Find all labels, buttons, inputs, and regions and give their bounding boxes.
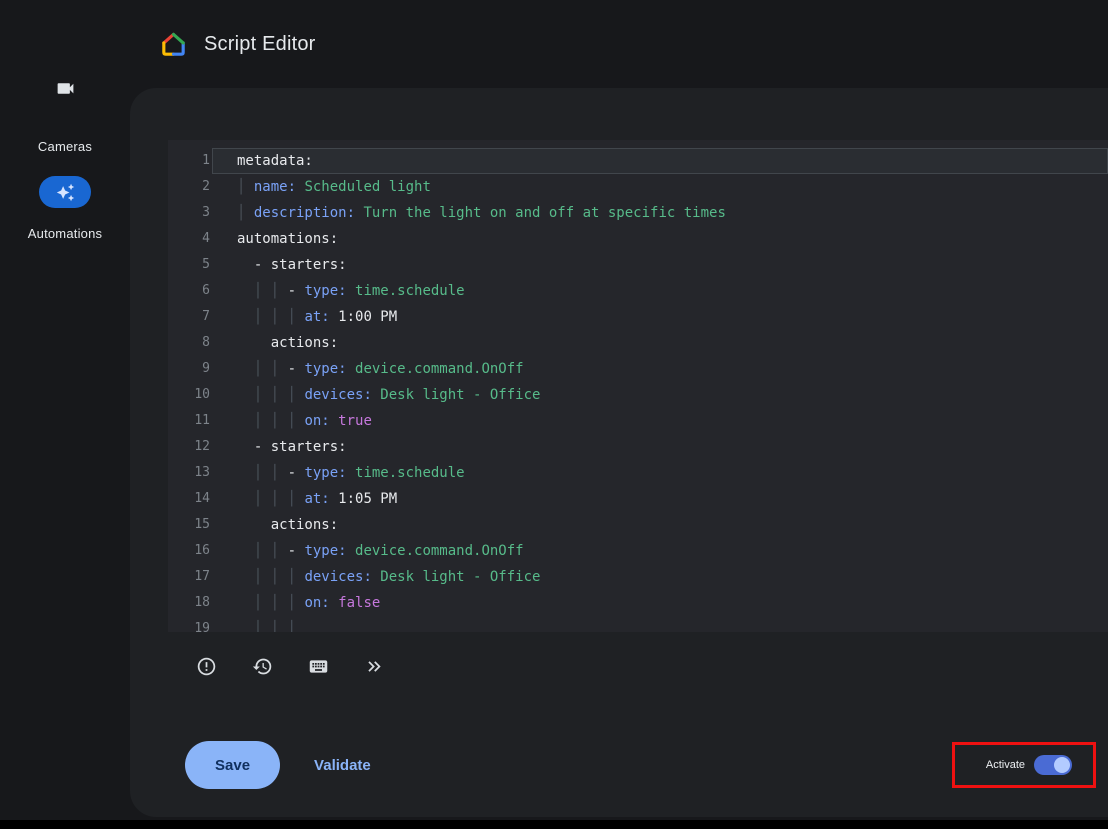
sidebar: Cameras Automations xyxy=(0,0,130,829)
line-number: 1 xyxy=(168,148,212,174)
editor-card: 1metadata:2│ name: Scheduled light3│ des… xyxy=(130,88,1108,817)
code-line[interactable]: 5 - starters: xyxy=(168,252,1108,278)
sidebar-label-cameras[interactable]: Cameras xyxy=(0,139,130,154)
problems-icon[interactable] xyxy=(188,648,224,684)
history-icon[interactable] xyxy=(244,648,280,684)
line-number: 11 xyxy=(168,408,212,434)
activate-toggle[interactable] xyxy=(1034,755,1072,775)
line-number: 17 xyxy=(168,564,212,590)
sidebar-item-cameras[interactable] xyxy=(0,72,130,104)
code-line[interactable]: 1metadata: xyxy=(168,148,1108,174)
code-line[interactable]: 19 │ │ │ xyxy=(168,616,1108,632)
line-number: 3 xyxy=(168,200,212,226)
code-line[interactable]: 17 │ │ │ devices: Desk light - Office xyxy=(168,564,1108,590)
app-header: Script Editor xyxy=(130,0,1108,88)
sidebar-label-automations[interactable]: Automations xyxy=(0,226,130,241)
google-home-logo-icon[interactable] xyxy=(160,31,187,58)
code-line[interactable]: 11 │ │ │ on: true xyxy=(168,408,1108,434)
camera-icon xyxy=(0,72,130,104)
actions-bar: Save Validate Activate xyxy=(130,741,1108,789)
validate-button[interactable]: Validate xyxy=(314,757,371,774)
line-number: 7 xyxy=(168,304,212,330)
line-number: 15 xyxy=(168,512,212,538)
activate-label: Activate xyxy=(986,759,1025,771)
automations-active-pill xyxy=(39,176,91,208)
line-number: 14 xyxy=(168,486,212,512)
line-number: 5 xyxy=(168,252,212,278)
toggle-thumb xyxy=(1054,757,1070,773)
code-line[interactable]: 15 actions: xyxy=(168,512,1108,538)
line-number: 2 xyxy=(168,174,212,200)
code-line[interactable]: 8 actions: xyxy=(168,330,1108,356)
line-number: 16 xyxy=(168,538,212,564)
line-number: 19 xyxy=(168,616,212,632)
code-line[interactable]: 4automations: xyxy=(168,226,1108,252)
code-line[interactable]: 6 │ │ - type: time.schedule xyxy=(168,278,1108,304)
code-line[interactable]: 18 │ │ │ on: false xyxy=(168,590,1108,616)
line-number: 9 xyxy=(168,356,212,382)
save-button[interactable]: Save xyxy=(185,741,280,789)
code-line[interactable]: 3│ description: Turn the light on and of… xyxy=(168,200,1108,226)
line-number: 13 xyxy=(168,460,212,486)
line-number: 10 xyxy=(168,382,212,408)
code-line[interactable]: 10 │ │ │ devices: Desk light - Office xyxy=(168,382,1108,408)
line-number: 12 xyxy=(168,434,212,460)
code-line[interactable]: 14 │ │ │ at: 1:05 PM xyxy=(168,486,1108,512)
line-number: 18 xyxy=(168,590,212,616)
bottom-bar xyxy=(0,820,1108,829)
code-line[interactable]: 2│ name: Scheduled light xyxy=(168,174,1108,200)
code-line[interactable]: 12 - starters: xyxy=(168,434,1108,460)
code-editor[interactable]: 1metadata:2│ name: Scheduled light3│ des… xyxy=(168,140,1108,632)
line-number: 8 xyxy=(168,330,212,356)
sidebar-item-automations[interactable] xyxy=(0,176,130,208)
code-line[interactable]: 16 │ │ - type: device.command.OnOff xyxy=(168,538,1108,564)
double-chevron-icon[interactable] xyxy=(356,648,392,684)
code-line[interactable]: 13 │ │ - type: time.schedule xyxy=(168,460,1108,486)
code-line[interactable]: 7 │ │ │ at: 1:00 PM xyxy=(168,304,1108,330)
line-number: 6 xyxy=(168,278,212,304)
sparkle-icon xyxy=(56,183,75,202)
keyboard-icon[interactable] xyxy=(300,648,336,684)
editor-toolbar xyxy=(188,648,392,684)
page-title: Script Editor xyxy=(204,33,316,56)
code-line[interactable]: 9 │ │ - type: device.command.OnOff xyxy=(168,356,1108,382)
line-number: 4 xyxy=(168,226,212,252)
